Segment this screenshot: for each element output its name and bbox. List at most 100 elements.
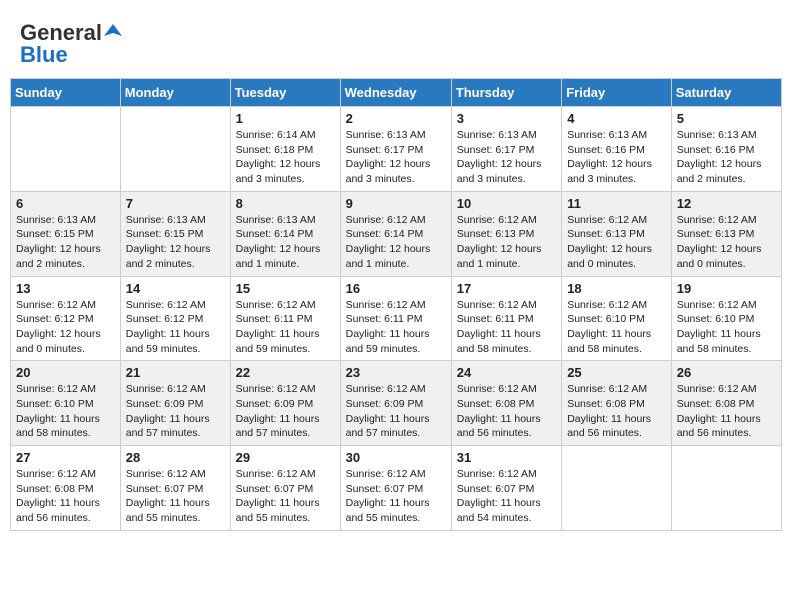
calendar-cell — [120, 107, 230, 192]
calendar-cell: 21 Sunrise: 6:12 AM Sunset: 6:09 PM Dayli… — [120, 361, 230, 446]
calendar-cell: 22 Sunrise: 6:12 AM Sunset: 6:09 PM Dayli… — [230, 361, 340, 446]
day-info: Sunrise: 6:14 AM Sunset: 6:18 PM Dayligh… — [236, 128, 335, 187]
day-info: Sunrise: 6:12 AM Sunset: 6:12 PM Dayligh… — [126, 298, 225, 357]
day-info: Sunrise: 6:13 AM Sunset: 6:17 PM Dayligh… — [457, 128, 556, 187]
calendar-cell: 4 Sunrise: 6:13 AM Sunset: 6:16 PM Daylig… — [562, 107, 672, 192]
calendar-cell: 27Sunrise: 6:12 AM Sunset: 6:08 PM Dayli… — [11, 446, 121, 531]
day-info: Sunrise: 6:12 AM Sunset: 6:10 PM Dayligh… — [16, 382, 115, 441]
calendar-cell: 9Sunrise: 6:12 AM Sunset: 6:14 PM Daylig… — [340, 191, 451, 276]
day-number: 13 — [16, 281, 115, 296]
day-info: Sunrise: 6:13 AM Sunset: 6:17 PM Dayligh… — [346, 128, 446, 187]
day-info: Sunrise: 6:13 AM Sunset: 6:14 PM Dayligh… — [236, 213, 335, 272]
calendar-cell: 26 Sunrise: 6:12 AM Sunset: 6:08 PM Dayli… — [671, 361, 781, 446]
day-header-sunday: Sunday — [11, 79, 121, 107]
calendar-cell: 7 Sunrise: 6:13 AM Sunset: 6:15 PM Daylig… — [120, 191, 230, 276]
calendar-cell: 1 Sunrise: 6:14 AM Sunset: 6:18 PM Daylig… — [230, 107, 340, 192]
day-number: 17 — [457, 281, 556, 296]
header: General Blue — [10, 10, 782, 73]
day-number: 24 — [457, 365, 556, 380]
calendar-cell: 25 Sunrise: 6:12 AM Sunset: 6:08 PM Dayli… — [562, 361, 672, 446]
day-number: 6 — [16, 196, 115, 211]
day-info: Sunrise: 6:12 AM Sunset: 6:12 PM Dayligh… — [16, 298, 115, 357]
day-info: Sunrise: 6:13 AM Sunset: 6:15 PM Dayligh… — [16, 213, 115, 272]
day-header-friday: Friday — [562, 79, 672, 107]
day-info: Sunrise: 6:13 AM Sunset: 6:15 PM Dayligh… — [126, 213, 225, 272]
day-number: 26 — [677, 365, 776, 380]
calendar-cell: 10 Sunrise: 6:12 AM Sunset: 6:13 PM Dayli… — [451, 191, 561, 276]
calendar-cell: 28Sunrise: 6:12 AM Sunset: 6:07 PM Dayli… — [120, 446, 230, 531]
day-number: 23 — [346, 365, 446, 380]
day-number: 31 — [457, 450, 556, 465]
calendar-table: SundayMondayTuesdayWednesdayThursdayFrid… — [10, 78, 782, 531]
day-number: 29 — [236, 450, 335, 465]
day-info: Sunrise: 6:12 AM Sunset: 6:09 PM Dayligh… — [346, 382, 446, 441]
day-info: Sunrise: 6:12 AM Sunset: 6:07 PM Dayligh… — [346, 467, 446, 526]
day-info: Sunrise: 6:12 AM Sunset: 6:10 PM Dayligh… — [567, 298, 666, 357]
calendar-cell: 2Sunrise: 6:13 AM Sunset: 6:17 PM Daylig… — [340, 107, 451, 192]
day-number: 21 — [126, 365, 225, 380]
day-number: 9 — [346, 196, 446, 211]
day-header-monday: Monday — [120, 79, 230, 107]
day-info: Sunrise: 6:13 AM Sunset: 6:16 PM Dayligh… — [567, 128, 666, 187]
day-header-thursday: Thursday — [451, 79, 561, 107]
day-info: Sunrise: 6:12 AM Sunset: 6:07 PM Dayligh… — [236, 467, 335, 526]
day-info: Sunrise: 6:12 AM Sunset: 6:10 PM Dayligh… — [677, 298, 776, 357]
calendar-week-5: 27Sunrise: 6:12 AM Sunset: 6:08 PM Dayli… — [11, 446, 782, 531]
day-number: 4 — [567, 111, 666, 126]
calendar-cell — [11, 107, 121, 192]
day-info: Sunrise: 6:13 AM Sunset: 6:16 PM Dayligh… — [677, 128, 776, 187]
calendar-cell: 17 Sunrise: 6:12 AM Sunset: 6:11 PM Dayli… — [451, 276, 561, 361]
calendar-cell: 18 Sunrise: 6:12 AM Sunset: 6:10 PM Dayli… — [562, 276, 672, 361]
day-info: Sunrise: 6:12 AM Sunset: 6:07 PM Dayligh… — [457, 467, 556, 526]
calendar-week-2: 6 Sunrise: 6:13 AM Sunset: 6:15 PM Daylig… — [11, 191, 782, 276]
day-number: 15 — [236, 281, 335, 296]
day-info: Sunrise: 6:12 AM Sunset: 6:13 PM Dayligh… — [567, 213, 666, 272]
day-number: 12 — [677, 196, 776, 211]
calendar-cell: 5 Sunrise: 6:13 AM Sunset: 6:16 PM Daylig… — [671, 107, 781, 192]
calendar-cell: 16 Sunrise: 6:12 AM Sunset: 6:11 PM Dayli… — [340, 276, 451, 361]
day-info: Sunrise: 6:12 AM Sunset: 6:13 PM Dayligh… — [457, 213, 556, 272]
logo-blue-text: Blue — [20, 42, 68, 68]
calendar-cell: 31 Sunrise: 6:12 AM Sunset: 6:07 PM Dayli… — [451, 446, 561, 531]
day-number: 18 — [567, 281, 666, 296]
day-info: Sunrise: 6:12 AM Sunset: 6:11 PM Dayligh… — [236, 298, 335, 357]
day-info: Sunrise: 6:12 AM Sunset: 6:11 PM Dayligh… — [346, 298, 446, 357]
day-info: Sunrise: 6:12 AM Sunset: 6:09 PM Dayligh… — [126, 382, 225, 441]
day-number: 3 — [457, 111, 556, 126]
day-info: Sunrise: 6:12 AM Sunset: 6:08 PM Dayligh… — [677, 382, 776, 441]
calendar-cell — [562, 446, 672, 531]
day-number: 10 — [457, 196, 556, 211]
calendar-header-row: SundayMondayTuesdayWednesdayThursdayFrid… — [11, 79, 782, 107]
day-number: 25 — [567, 365, 666, 380]
calendar-cell: 3 Sunrise: 6:13 AM Sunset: 6:17 PM Daylig… — [451, 107, 561, 192]
calendar-cell: 29 Sunrise: 6:12 AM Sunset: 6:07 PM Dayli… — [230, 446, 340, 531]
calendar-cell: 12Sunrise: 6:12 AM Sunset: 6:13 PM Dayli… — [671, 191, 781, 276]
calendar-cell: 20 Sunrise: 6:12 AM Sunset: 6:10 PM Dayli… — [11, 361, 121, 446]
day-info: Sunrise: 6:12 AM Sunset: 6:11 PM Dayligh… — [457, 298, 556, 357]
day-number: 1 — [236, 111, 335, 126]
calendar-cell: 6 Sunrise: 6:13 AM Sunset: 6:15 PM Daylig… — [11, 191, 121, 276]
calendar-cell — [671, 446, 781, 531]
day-number: 8 — [236, 196, 335, 211]
day-number: 16 — [346, 281, 446, 296]
day-number: 19 — [677, 281, 776, 296]
day-number: 7 — [126, 196, 225, 211]
day-header-tuesday: Tuesday — [230, 79, 340, 107]
day-number: 22 — [236, 365, 335, 380]
calendar-week-1: 1 Sunrise: 6:14 AM Sunset: 6:18 PM Daylig… — [11, 107, 782, 192]
day-info: Sunrise: 6:12 AM Sunset: 6:09 PM Dayligh… — [236, 382, 335, 441]
day-number: 11 — [567, 196, 666, 211]
logo-bird-icon — [104, 22, 122, 40]
day-info: Sunrise: 6:12 AM Sunset: 6:08 PM Dayligh… — [457, 382, 556, 441]
calendar-cell: 8 Sunrise: 6:13 AM Sunset: 6:14 PM Daylig… — [230, 191, 340, 276]
calendar-week-3: 13 Sunrise: 6:12 AM Sunset: 6:12 PM Dayli… — [11, 276, 782, 361]
day-number: 20 — [16, 365, 115, 380]
calendar-cell: 13 Sunrise: 6:12 AM Sunset: 6:12 PM Dayli… — [11, 276, 121, 361]
calendar-cell: 11 Sunrise: 6:12 AM Sunset: 6:13 PM Dayli… — [562, 191, 672, 276]
calendar-week-4: 20 Sunrise: 6:12 AM Sunset: 6:10 PM Dayli… — [11, 361, 782, 446]
day-info: Sunrise: 6:12 AM Sunset: 6:08 PM Dayligh… — [567, 382, 666, 441]
day-number: 5 — [677, 111, 776, 126]
day-number: 28 — [126, 450, 225, 465]
day-info: Sunrise: 6:12 AM Sunset: 6:08 PM Dayligh… — [16, 467, 115, 526]
day-number: 30 — [346, 450, 446, 465]
